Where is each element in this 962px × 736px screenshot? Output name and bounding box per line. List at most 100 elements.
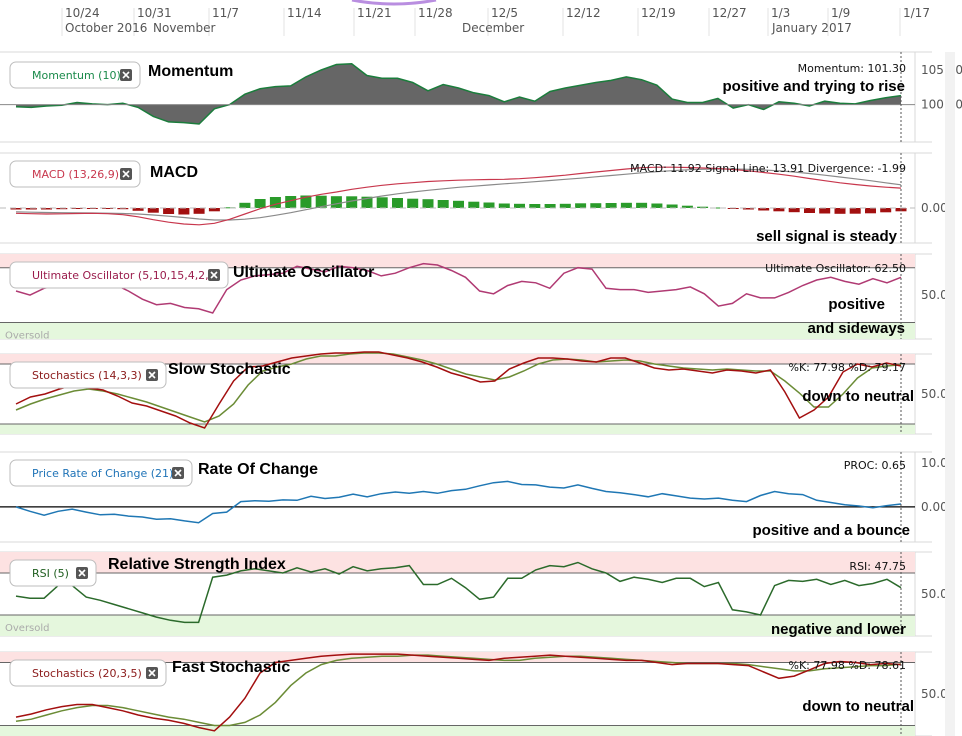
month-label: January 2017 bbox=[771, 21, 852, 35]
divergence-bar bbox=[330, 196, 342, 208]
divergence-bar bbox=[392, 198, 403, 208]
indicator-pill[interactable]: RSI (5) bbox=[9, 559, 97, 587]
divergence-bar bbox=[422, 199, 434, 208]
indicator-readout: Momentum: 101.30 bbox=[798, 62, 906, 75]
divergence-bar bbox=[819, 208, 831, 214]
oversold-zone bbox=[0, 424, 915, 434]
macd-line bbox=[15, 166, 902, 226]
y-tick-label: 0.00 bbox=[921, 500, 948, 514]
month-label: October 2016 bbox=[65, 21, 147, 35]
divergence-bar bbox=[575, 203, 587, 208]
indicator-pill-label: Price Rate of Change (21) bbox=[32, 467, 173, 480]
close-icon[interactable] bbox=[76, 567, 88, 579]
annotation-text: negative and lower bbox=[771, 621, 906, 638]
divergence-bar bbox=[239, 202, 251, 208]
divergence-bar bbox=[468, 201, 480, 208]
indicator-pill-label: Momentum (10) bbox=[32, 69, 121, 82]
divergence-bar bbox=[788, 208, 800, 213]
divergence-bar bbox=[620, 202, 632, 208]
date-tick-label: 11/14 bbox=[287, 6, 322, 20]
indicator-pill[interactable]: Ultimate Oscillator (5,10,15,4,2,1) bbox=[9, 261, 229, 289]
indicator-heading: MACD bbox=[150, 164, 198, 181]
indicator-panel: 10.000.00PROC: 0.65Price Rate of Change … bbox=[0, 451, 955, 543]
divergence-bar bbox=[804, 208, 815, 213]
indicator-readout: %K: 77.98 %D: 79.17 bbox=[789, 361, 906, 374]
date-tick-label: 12/12 bbox=[566, 6, 601, 20]
close-icon[interactable] bbox=[120, 69, 132, 81]
close-icon[interactable] bbox=[120, 168, 132, 180]
indicator-pill[interactable]: Momentum (10) bbox=[9, 61, 141, 89]
divergence-bar bbox=[529, 204, 541, 208]
indicator-pill[interactable]: MACD (13,26,9) bbox=[9, 160, 141, 188]
date-tick-label: 1/9 bbox=[831, 6, 850, 20]
divergence-bar bbox=[269, 197, 281, 208]
indicator-pill[interactable]: Price Rate of Change (21) bbox=[9, 459, 193, 487]
oversold-zone bbox=[0, 322, 915, 339]
indicator-pill[interactable]: Stochastics (14,3,3) bbox=[9, 361, 167, 389]
divergence-bar bbox=[254, 199, 266, 208]
scrollbar-track[interactable] bbox=[945, 52, 955, 736]
indicator-pill-label: Ultimate Oscillator (5,10,15,4,2,1) bbox=[32, 269, 220, 282]
indicator-pill-label: Stochastics (14,3,3) bbox=[32, 369, 142, 382]
annotation-text: positive bbox=[828, 296, 885, 313]
date-axis: 10/24 10/31 11/7 11/14 11/21 11/28 12/5 12/12 12… bbox=[61, 0, 930, 36]
divergence-bar bbox=[376, 197, 388, 208]
indicator-pill[interactable]: Stochastics (20,3,5) bbox=[9, 659, 167, 687]
proc-line bbox=[15, 480, 902, 524]
divergence-bar bbox=[178, 208, 190, 215]
divergence-bar bbox=[193, 208, 205, 214]
range-selector-handle[interactable] bbox=[351, 0, 437, 6]
indicator-readout: Ultimate Oscillator: 62.50 bbox=[765, 262, 906, 275]
divergence-bar bbox=[483, 202, 495, 208]
indicator-pill-label: RSI (5) bbox=[32, 567, 69, 580]
indicator-panel: 50.00%K: 77.98 %D: 78.61Stochastics (20,… bbox=[0, 651, 955, 736]
date-tick-label: 12/19 bbox=[641, 6, 676, 20]
divergence-bar bbox=[453, 200, 464, 208]
indicator-heading: Ultimate Oscillator bbox=[233, 264, 374, 281]
indicator-panel: Oversold50.00RSI: 47.75RSI (5)Relative S… bbox=[0, 551, 955, 638]
date-tick-label: 10/31 bbox=[137, 6, 172, 20]
close-icon[interactable] bbox=[208, 269, 220, 281]
divergence-bar bbox=[605, 203, 617, 208]
indicator-panel: Oversold50.00Ultimate Oscillator: 62.50U… bbox=[0, 253, 955, 342]
divergence-bar bbox=[834, 208, 846, 214]
indicator-readout: MACD: 11.92 Signal Line: 13.91 Divergenc… bbox=[630, 162, 906, 175]
divergence-bar bbox=[590, 203, 602, 208]
indicator-heading: Slow Stochastic bbox=[168, 361, 291, 378]
divergence-bar bbox=[865, 208, 876, 214]
date-tick-label: 10/24 bbox=[65, 6, 100, 20]
date-tick-label: 1/17 bbox=[903, 6, 930, 20]
divergence-bar bbox=[147, 208, 159, 213]
divergence-bar bbox=[666, 204, 678, 208]
y-tick-label: 105.00 bbox=[921, 63, 962, 77]
month-label: November bbox=[153, 21, 215, 35]
oversold-zone bbox=[0, 725, 915, 736]
indicator-readout: %K: 77.98 %D: 78.61 bbox=[789, 659, 906, 672]
date-tick-label: 11/28 bbox=[418, 6, 453, 20]
annotation-text: down to neutral bbox=[802, 388, 914, 405]
annotation-text: sell signal is steady bbox=[756, 228, 898, 245]
indicator-pill-label: MACD (13,26,9) bbox=[32, 168, 119, 181]
divergence-bar bbox=[407, 198, 419, 208]
annotation-text: and sideways bbox=[807, 320, 905, 337]
indicator-heading: Rate Of Change bbox=[198, 461, 318, 478]
close-icon[interactable] bbox=[172, 467, 184, 479]
divergence-bar bbox=[636, 202, 648, 208]
close-icon[interactable] bbox=[146, 369, 158, 381]
divergence-bar bbox=[544, 204, 556, 208]
close-icon[interactable] bbox=[146, 667, 158, 679]
annotation-text: positive and a bounce bbox=[752, 522, 910, 539]
oversold-zone-label: Oversold bbox=[5, 623, 50, 634]
indicator-heading: Momentum bbox=[148, 63, 233, 80]
oversold-zone-label: Oversold bbox=[5, 331, 50, 342]
divergence-bar bbox=[651, 203, 663, 208]
stock-chart: 10/24 10/31 11/7 11/14 11/21 11/28 12/5 12/12 12… bbox=[0, 0, 962, 736]
divergence-bar bbox=[849, 208, 861, 214]
date-tick-label: 12/27 bbox=[712, 6, 747, 20]
divergence-bar bbox=[498, 203, 510, 208]
date-tick-label: 12/5 bbox=[491, 6, 518, 20]
divergence-bar bbox=[880, 208, 892, 213]
indicator-panel: 50.00%K: 77.98 %D: 79.17Stochastics (14,… bbox=[0, 351, 955, 435]
indicator-pill-label: Stochastics (20,3,5) bbox=[32, 667, 142, 680]
annotation-text: positive and trying to rise bbox=[722, 78, 905, 95]
